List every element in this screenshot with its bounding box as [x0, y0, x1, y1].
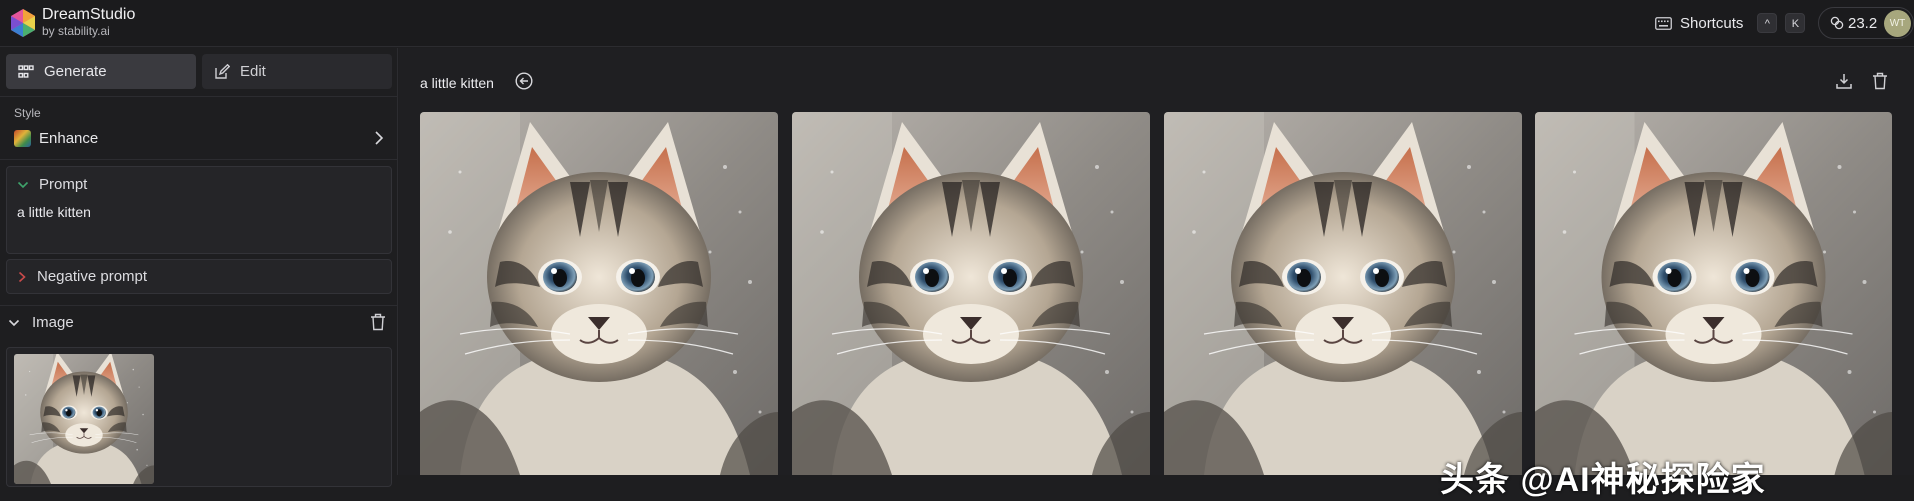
- shortcuts-label: Shortcuts: [1680, 14, 1744, 32]
- shortcut-key-ctrl: ^: [1757, 13, 1778, 33]
- generated-image-4[interactable]: [1535, 112, 1892, 475]
- watermark: 头条 @AI神秘探险家: [1440, 461, 1766, 499]
- grid-icon: [18, 64, 34, 78]
- kitten-image: [420, 112, 778, 475]
- style-value: Enhance: [39, 129, 99, 147]
- prompt-label: Prompt: [39, 176, 88, 193]
- avatar[interactable]: WT: [1884, 10, 1911, 37]
- prompt-panel: Prompt a little kitten: [6, 166, 392, 254]
- tab-generate-label: Generate: [44, 63, 107, 80]
- prompt-toggle[interactable]: Prompt: [17, 176, 87, 193]
- result-prompt-title: a little kitten: [420, 75, 494, 91]
- generated-image-3[interactable]: [1164, 112, 1522, 475]
- credits-icon: [1830, 16, 1844, 30]
- enhance-style-thumbnail: [14, 129, 31, 147]
- init-image-thumbnail[interactable]: [14, 354, 154, 484]
- shortcut-key-k: K: [1785, 13, 1806, 33]
- style-label: Style: [14, 106, 41, 120]
- chevron-down-icon: [17, 181, 29, 188]
- app-subtitle: by stability.ai: [42, 24, 110, 38]
- kitten-image: [1535, 112, 1892, 475]
- kitten-image: [14, 354, 154, 484]
- tab-edit-label: Edit: [240, 63, 266, 80]
- kitten-image: [1164, 112, 1522, 475]
- top-bar: DreamStudio by stability.ai Shortcuts ^ …: [0, 0, 1914, 47]
- chevron-down-icon: [8, 319, 20, 326]
- style-selector[interactable]: Enhance: [0, 124, 398, 152]
- tab-generate[interactable]: Generate: [6, 54, 196, 89]
- image-section-label: Image: [32, 314, 74, 331]
- prompt-input[interactable]: a little kitten: [17, 204, 91, 220]
- reuse-prompt-icon[interactable]: [515, 72, 533, 90]
- shortcuts-button[interactable]: Shortcuts ^ K: [1655, 12, 1806, 34]
- kitten-image: [792, 112, 1150, 475]
- credits-badge[interactable]: 23.2 WT: [1818, 7, 1914, 39]
- brand: DreamStudio by stability.ai: [42, 6, 135, 38]
- init-image-panel: [6, 347, 392, 487]
- generated-image-1[interactable]: [420, 112, 778, 475]
- divider: [0, 96, 398, 97]
- app-name: DreamStudio: [42, 6, 136, 23]
- credits-value: 23.2: [1848, 14, 1878, 32]
- negative-prompt-label: Negative prompt: [37, 268, 148, 285]
- keyboard-icon: [1655, 16, 1672, 30]
- trash-icon[interactable]: [1872, 72, 1888, 90]
- negative-prompt-toggle[interactable]: Negative prompt: [17, 268, 147, 285]
- tab-edit[interactable]: Edit: [202, 54, 392, 89]
- divider: [0, 159, 398, 160]
- generated-image-2[interactable]: [792, 112, 1150, 475]
- sidebar: Generate Edit Style Enhance Prompt a lit…: [0, 48, 398, 487]
- download-icon[interactable]: [1835, 72, 1853, 90]
- dreamstudio-logo-icon[interactable]: [8, 8, 38, 38]
- edit-icon: [215, 63, 230, 79]
- results-area: a little kitten: [399, 48, 1914, 475]
- chevron-right-icon: [375, 131, 384, 145]
- image-section-toggle[interactable]: Image: [8, 314, 74, 331]
- chevron-right-icon: [18, 271, 26, 282]
- divider: [0, 305, 398, 306]
- trash-icon[interactable]: [370, 313, 386, 331]
- negative-prompt-panel: Negative prompt: [6, 259, 392, 294]
